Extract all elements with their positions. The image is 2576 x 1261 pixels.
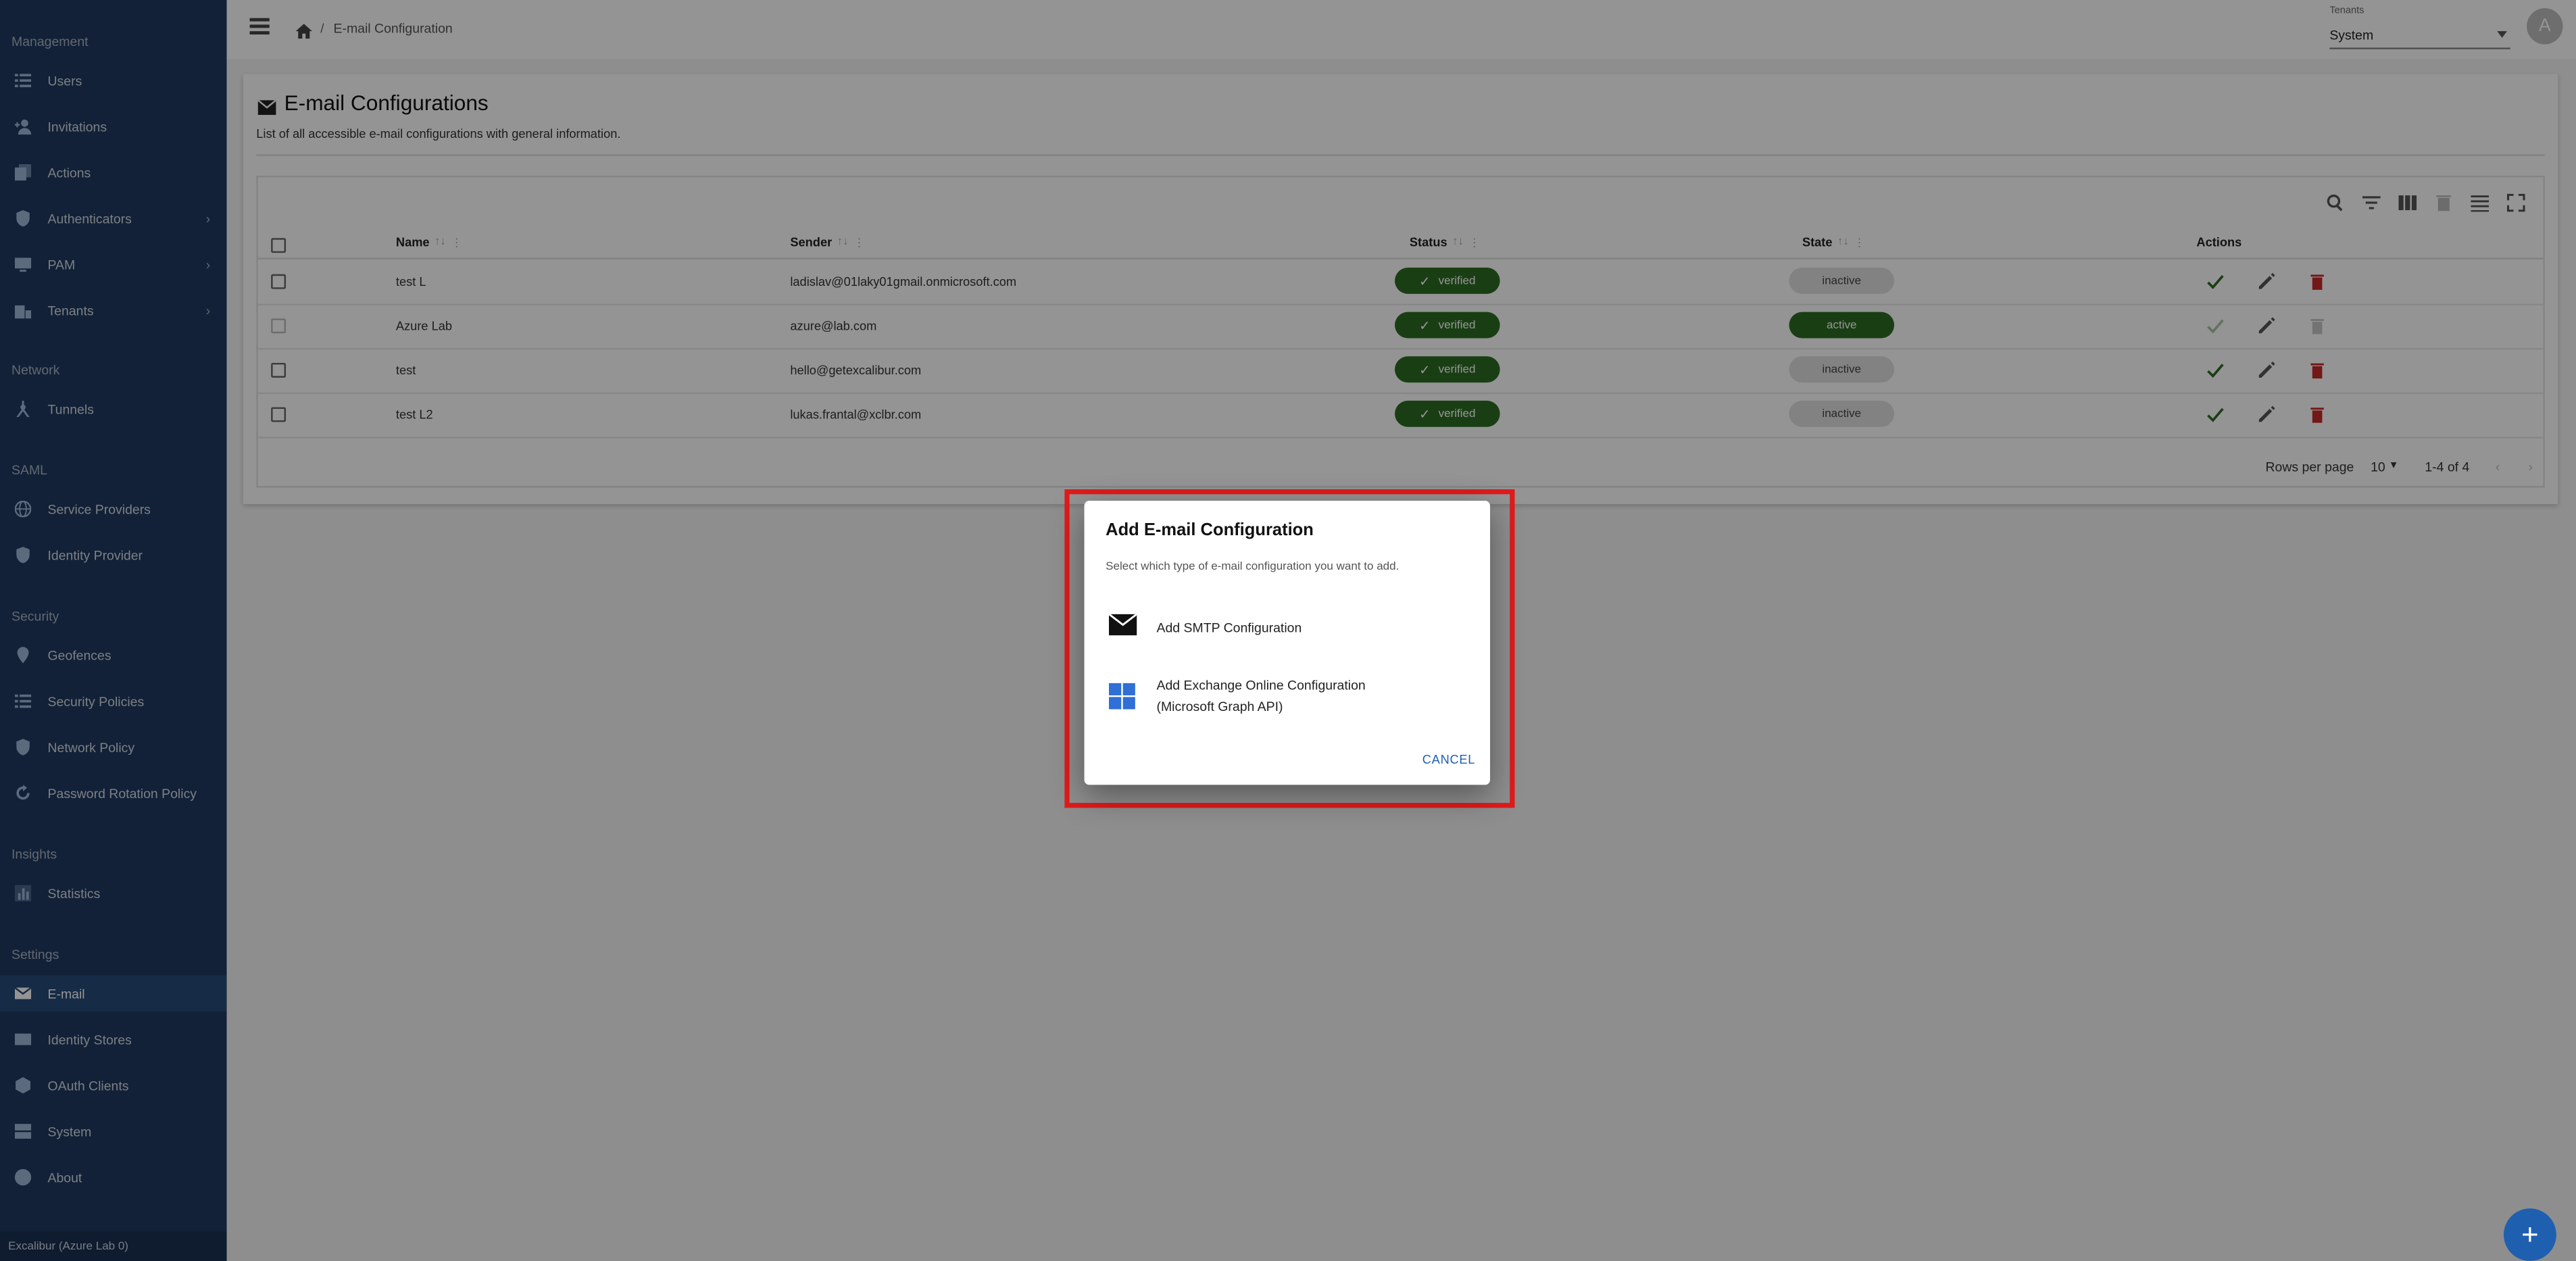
add-email-config-dialog: Add E-mail Configuration Select which ty…: [1084, 501, 1491, 785]
option-label: Add SMTP Configuration: [1156, 620, 1302, 636]
dialog-title: Add E-mail Configuration: [1106, 520, 1314, 541]
add-smtp-option[interactable]: Add SMTP Configuration: [1085, 606, 1490, 649]
option-label: Add Exchange Online Configuration (Micro…: [1157, 675, 1366, 718]
cancel-button[interactable]: CANCEL: [1422, 752, 1475, 767]
option-label-line: Add Exchange Online Configuration: [1156, 678, 1366, 693]
option-label-line: (Microsoft Graph API): [1156, 699, 1283, 714]
dialog-subtitle: Select which type of e-mail configuratio…: [1106, 561, 1400, 573]
add-exchange-online-option[interactable]: Add Exchange Online Configuration (Micro…: [1085, 665, 1490, 731]
add-fab-button[interactable]: +: [2504, 1208, 2556, 1261]
windows-logo-icon: [1109, 683, 1135, 718]
mail-icon: [1108, 613, 1138, 644]
